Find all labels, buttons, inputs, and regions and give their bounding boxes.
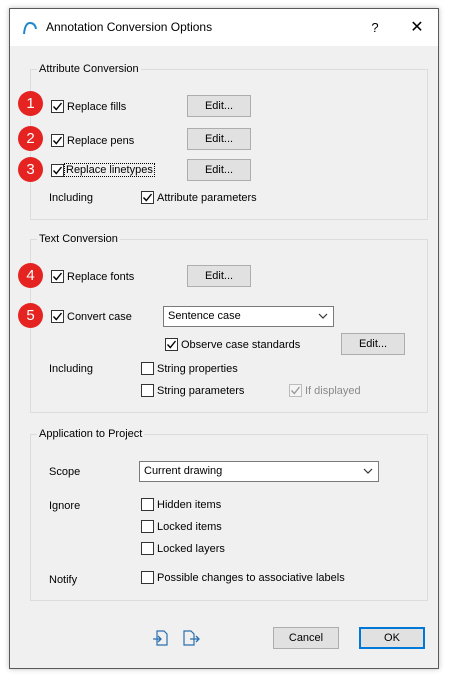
hidden-items-checkbox[interactable] [141, 498, 154, 511]
string-parameters-checkbox[interactable] [141, 384, 154, 397]
observe-case-edit-button[interactable]: Edit... [341, 333, 405, 355]
possible-changes-checkbox[interactable] [141, 571, 154, 584]
badge-3: 3 [18, 157, 43, 182]
observe-case-standards-checkbox[interactable] [165, 338, 178, 351]
string-properties-checkbox[interactable] [141, 362, 154, 375]
scope-dropdown-value: Current drawing [144, 465, 223, 477]
chevron-down-icon [318, 313, 328, 319]
observe-case-standards-label: Observe case standards [181, 339, 301, 351]
replace-fonts-label: Replace fonts [67, 271, 135, 283]
chevron-down-icon [363, 468, 373, 474]
scope-dropdown[interactable]: Current drawing [139, 461, 379, 482]
title-bar: Annotation Conversion Options ? ✕ [10, 9, 438, 46]
badge-2: 2 [18, 126, 43, 151]
application-title: Application to Project [37, 428, 145, 440]
replace-linetypes-checkbox[interactable] [51, 164, 64, 177]
convert-case-checkbox[interactable] [51, 310, 64, 323]
if-displayed-label: If displayed [305, 385, 361, 397]
locked-items-checkbox[interactable] [141, 520, 154, 533]
help-button[interactable]: ? [362, 15, 388, 41]
app-icon [23, 21, 37, 35]
attribute-parameters-checkbox[interactable] [141, 191, 154, 204]
dialog-window: Annotation Conversion Options ? ✕ Attrib… [9, 8, 439, 669]
hidden-items-label: Hidden items [157, 499, 222, 511]
text-conversion-title: Text Conversion [37, 233, 120, 245]
convert-case-label: Convert case [67, 311, 132, 323]
replace-fills-edit-button[interactable]: Edit... [187, 95, 251, 117]
ignore-label: Ignore [49, 500, 81, 512]
replace-fonts-checkbox[interactable] [51, 270, 64, 283]
possible-changes-label: Possible changes to associative labels [157, 572, 345, 584]
notify-label: Notify [49, 574, 78, 586]
cancel-button[interactable]: Cancel [273, 627, 339, 649]
close-button[interactable]: ✕ [402, 15, 432, 41]
scope-label: Scope [49, 466, 81, 478]
replace-pens-edit-button[interactable]: Edit... [187, 128, 251, 150]
attribute-conversion-title: Attribute Conversion [37, 63, 141, 75]
replace-pens-checkbox[interactable] [51, 134, 64, 147]
locked-layers-label: Locked layers [157, 543, 225, 555]
badge-1: 1 [18, 91, 43, 116]
dialog-title: Annotation Conversion Options [46, 20, 213, 34]
export-icon[interactable] [181, 628, 201, 648]
replace-fills-checkbox[interactable] [51, 100, 64, 113]
locked-items-label: Locked items [157, 521, 222, 533]
replace-linetypes-edit-button[interactable]: Edit... [187, 159, 251, 181]
attribute-parameters-label: Attribute parameters [157, 192, 257, 204]
replace-linetypes-label: Replace linetypes [64, 163, 155, 177]
replace-fonts-edit-button[interactable]: Edit... [187, 265, 251, 287]
string-properties-label: String properties [157, 363, 238, 375]
attribute-including-label: Including [49, 192, 94, 204]
import-icon[interactable] [151, 628, 171, 648]
replace-fills-label: Replace fills [67, 101, 127, 113]
string-parameters-label: String parameters [157, 385, 245, 397]
badge-5: 5 [18, 303, 43, 328]
locked-layers-checkbox[interactable] [141, 542, 154, 555]
case-dropdown-value: Sentence case [168, 310, 241, 322]
case-dropdown[interactable]: Sentence case [163, 306, 334, 327]
badge-4: 4 [18, 263, 43, 288]
text-including-label: Including [49, 363, 94, 375]
replace-pens-label: Replace pens [67, 135, 135, 147]
if-displayed-checkbox [289, 384, 302, 397]
ok-button[interactable]: OK [359, 627, 425, 649]
